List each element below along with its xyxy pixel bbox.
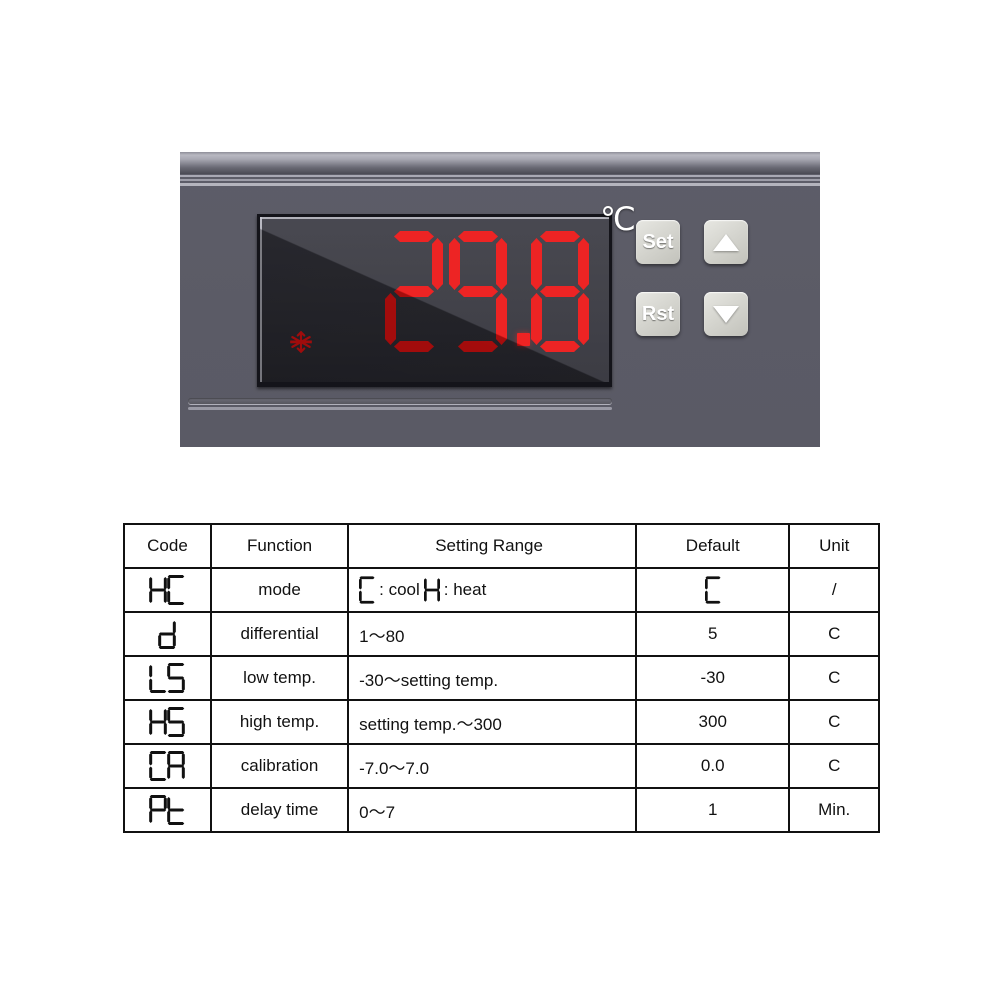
- lcd-glare-overlay: [260, 217, 609, 382]
- code-glyph: [131, 701, 204, 743]
- lcd-screen: [260, 217, 609, 382]
- device-bottom-groove: [188, 398, 612, 412]
- cell-code: [123, 743, 212, 789]
- cell-code: [123, 611, 212, 657]
- cell-code: [123, 655, 212, 701]
- header-setting-range: Setting Range: [347, 523, 638, 569]
- table-row: delay time 0～7 1 Min.: [123, 787, 880, 833]
- lcd-display: [257, 214, 612, 387]
- groove-channel: [188, 398, 612, 404]
- cell-default: 0.0: [635, 743, 791, 789]
- code-glyph: [131, 657, 204, 699]
- cell-function: differential: [209, 611, 350, 657]
- code-glyph: [131, 569, 204, 611]
- table-header-row: Code Function Setting Range Default Unit: [123, 523, 880, 569]
- cell-setting-range: -30～setting temp.: [347, 655, 638, 701]
- device-bezel-line-3: [180, 183, 820, 186]
- cell-code: [123, 567, 212, 613]
- cell-default: -30: [635, 655, 791, 701]
- cell-function: calibration: [209, 743, 350, 789]
- header-unit: Unit: [788, 523, 880, 569]
- cell-setting-range: 0～7: [347, 787, 638, 833]
- set-button-label: Set: [642, 231, 674, 253]
- cell-unit: C: [788, 655, 880, 701]
- cell-function: delay time: [209, 787, 350, 833]
- device-bezel-line-2: [180, 179, 820, 181]
- table-row: low temp. -30～setting temp. -30 C: [123, 655, 880, 701]
- reset-button[interactable]: Rst: [636, 292, 680, 336]
- triangle-up-icon: [713, 233, 739, 251]
- range-symbolic: : cool: heat: [359, 576, 629, 604]
- set-button[interactable]: Set: [636, 220, 680, 264]
- page-root: ℃ Set Rst Code Function Setting Range De…: [0, 0, 1000, 1000]
- code-glyph: [131, 789, 204, 831]
- code-glyph: [131, 613, 204, 655]
- increase-button[interactable]: [704, 220, 748, 264]
- cell-function: low temp.: [209, 655, 350, 701]
- cell-unit: Min.: [788, 787, 880, 833]
- cell-default: 5: [635, 611, 791, 657]
- table-row: differential 1～80 5 C: [123, 611, 880, 657]
- cell-code: [123, 787, 212, 833]
- default-glyph: [643, 569, 782, 611]
- code-glyph: [131, 745, 204, 787]
- cell-unit: /: [788, 567, 880, 613]
- cell-setting-range: -7.0～7.0: [347, 743, 638, 789]
- cell-setting-range: 1～80: [347, 611, 638, 657]
- table-row: high temp. setting temp.～300 300 C: [123, 699, 880, 745]
- cell-unit: C: [788, 743, 880, 789]
- table-row: calibration -7.0～7.0 0.0 C: [123, 743, 880, 789]
- cell-function: high temp.: [209, 699, 350, 745]
- cell-default: 300: [635, 699, 791, 745]
- reset-button-label: Rst: [641, 303, 675, 325]
- triangle-down-icon: [713, 305, 739, 323]
- cell-setting-range: : cool: heat: [347, 567, 638, 613]
- cell-setting-range: setting temp.～300: [347, 699, 638, 745]
- table-body: mode: cool: heat / differential 1～80 5 Clow t…: [123, 567, 880, 833]
- decrease-button[interactable]: [704, 292, 748, 336]
- cell-function: mode: [209, 567, 350, 613]
- header-code: Code: [123, 523, 212, 569]
- cell-default: [635, 567, 791, 613]
- table-row: mode : cool: heat /: [123, 567, 880, 613]
- groove-highlight: [188, 407, 612, 410]
- cell-code: [123, 699, 212, 745]
- cell-unit: C: [788, 699, 880, 745]
- cell-unit: C: [788, 611, 880, 657]
- header-default: Default: [635, 523, 791, 569]
- cell-default: 1: [635, 787, 791, 833]
- temperature-controller-device: ℃ Set Rst: [180, 152, 820, 447]
- parameter-table: Code Function Setting Range Default Unit…: [123, 523, 880, 833]
- header-function: Function: [209, 523, 350, 569]
- celsius-unit-label: ℃: [600, 201, 636, 237]
- device-bezel-top: [180, 152, 820, 174]
- device-bezel-line-1: [180, 175, 820, 177]
